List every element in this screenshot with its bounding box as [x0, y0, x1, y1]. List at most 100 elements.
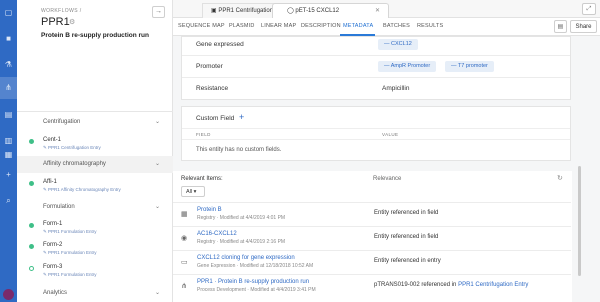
step-form-2[interactable]: Form-2 ✎ PPR1 Formulation Entry [17, 240, 173, 260]
item-name[interactable]: PPR1 · Protein B re-supply production ru… [197, 279, 309, 285]
left-nav-rail: ▢ ■ ⚗ ⋔ ▤ ▥ ▦ + ⌕ [0, 0, 17, 302]
tab-pet15-cxcl12[interactable]: ◯ pET-15 CXCL12 ✕ [272, 3, 389, 18]
empty-message: This entity has no custom fields. [196, 147, 282, 153]
plus-icon[interactable]: + [4, 170, 13, 179]
property-key: Promoter [196, 63, 223, 70]
chevron-down-icon: ⌄ [155, 290, 161, 296]
list-item[interactable]: ▦ Protein B Registry · Modified at 4/4/2… [173, 202, 571, 226]
status-dot-icon [29, 139, 34, 144]
step-entry-link[interactable]: ✎ PPR1 Centrifugation Entry [43, 145, 101, 151]
workflow-header: WORKFLOWS / PPR1 ⚙ Protein B re-supply p… [17, 0, 173, 112]
custom-field-title: Custom Field [196, 115, 235, 122]
step-name: Form-2 [43, 242, 63, 248]
status-dot-icon [29, 244, 34, 249]
section-header-formulation[interactable]: Formulation ⌄ [17, 199, 173, 216]
step-entry-link[interactable]: ✎ PPR1 Affinity Chromatography Entry [43, 187, 121, 193]
properties-card: Gene expressed — CXCL12 Promoter — AmpR … [181, 36, 571, 100]
tab-metadata[interactable]: METADATA [343, 23, 373, 29]
chip-ampr-promoter[interactable]: — AmpR Promoter [378, 61, 437, 72]
grid-icon[interactable]: ▦ [4, 150, 13, 159]
list-item[interactable]: ▭ CXCL12 cloning for gene expression Gen… [173, 250, 571, 274]
item-meta: Registry · Modified at 4/4/2019 4:01 PM [197, 215, 286, 221]
briefcase-icon[interactable]: ■ [4, 34, 13, 43]
step-name: Form-3 [43, 264, 63, 270]
section-label: Formulation [43, 204, 75, 210]
gear-icon[interactable]: ⚙ [69, 18, 75, 26]
section-header-centrifugation[interactable]: Centrifugation ⌄ [17, 114, 173, 131]
step-affi-1[interactable]: Affi-1 ✎ PPR1 Affinity Chromatography En… [17, 177, 173, 197]
folder-icon[interactable]: ▥ [4, 136, 13, 145]
property-key: Resistance [196, 85, 229, 92]
filter-select[interactable]: All ▾ [181, 186, 205, 197]
custom-field-header: FIELD VALUE [182, 128, 570, 140]
property-resistance: Resistance Ampicillin [182, 78, 570, 100]
step-entry-link[interactable]: ✎ PPR1 Formulation Entry [43, 229, 97, 235]
metadata-panel: Gene expressed — CXCL12 Promoter — AmpR … [173, 36, 600, 302]
chip-t7-promoter[interactable]: — T7 promoter [445, 61, 494, 72]
plasmid-icon: ◯ [287, 8, 294, 14]
add-custom-field-button[interactable]: + [239, 112, 244, 122]
item-relevance: Entity referenced in entry [374, 258, 441, 264]
status-dot-icon [29, 223, 34, 228]
item-relevance: pTRANS019-002 referenced in PPR1 Centrif… [374, 282, 529, 288]
file-tab-bar: ▣ PPR1 Centrifugation Entry ◯ pET-15 CXC… [173, 0, 600, 18]
scrollbar[interactable] [578, 166, 581, 276]
entry-link[interactable]: PPR1 Centrifugation Entry [458, 282, 528, 288]
property-gene-expressed: Gene expressed — CXCL12 [182, 34, 570, 56]
step-entry-link[interactable]: ✎ PPR1 Formulation Entry [43, 272, 97, 278]
chip-cxcl12[interactable]: — CXCL12 [378, 39, 418, 50]
item-relevance: Entity referenced in field [374, 210, 439, 216]
registry-icon: ▦ [181, 211, 188, 218]
flask-icon[interactable]: ⚗ [4, 60, 13, 69]
box-icon[interactable]: ▢ [4, 8, 13, 17]
property-value: Ampicillin [382, 85, 410, 92]
item-name[interactable]: CXCL12 cloning for gene expression [197, 255, 295, 261]
step-form-3[interactable]: Form-3 ✎ PPR1 Formulation Entry [17, 262, 173, 282]
tab-sequence-map[interactable]: SEQUENCE MAP [178, 23, 225, 29]
chevron-down-icon: ⌄ [155, 204, 161, 210]
document-icon[interactable]: ▤ [554, 20, 567, 33]
avatar[interactable] [3, 289, 14, 300]
collapse-panel-button[interactable]: → [152, 6, 165, 18]
item-meta: Process Development · Modified at 4/4/20… [197, 287, 316, 293]
list-item[interactable]: ◉ AC16-CXCL12 Registry · Modified at 4/4… [173, 226, 571, 250]
col-value: VALUE [382, 132, 399, 137]
relevance-header: Relevance [373, 176, 402, 182]
step-cent-1[interactable]: Cent-1 ✎ PPR1 Centrifugation Entry [17, 135, 173, 155]
refresh-icon[interactable]: ↻ [557, 174, 563, 182]
notebook-icon: ▣ [211, 8, 217, 14]
section-header-affinity[interactable]: Affinity chromatography ⌄ [17, 156, 173, 173]
item-name[interactable]: Protein B [197, 207, 222, 213]
share-button[interactable]: Share [570, 20, 597, 33]
clipboard-icon[interactable]: ▤ [4, 110, 13, 119]
workflow-icon: ⋔ [181, 283, 187, 290]
item-name[interactable]: AC16-CXCL12 [197, 231, 237, 237]
close-icon[interactable]: ✕ [375, 4, 380, 19]
workflow-icon[interactable]: ⋔ [0, 77, 17, 99]
tab-plasmid[interactable]: PLASMID [229, 23, 255, 29]
tab-description[interactable]: DESCRIPTION [301, 23, 341, 29]
page-title: PPR1 [41, 16, 70, 28]
list-item[interactable]: ⋔ PPR1 · Protein B re-supply production … [173, 274, 571, 298]
property-key: Gene expressed [196, 41, 244, 48]
custom-field-card: Custom Field + FIELD VALUE This entity h… [181, 106, 571, 161]
expand-icon[interactable]: ⤢ [582, 3, 596, 15]
section-label: Analytics [43, 290, 68, 296]
property-promoter: Promoter — AmpR Promoter — T7 promoter [182, 56, 570, 78]
breadcrumb[interactable]: WORKFLOWS / [41, 8, 82, 14]
col-field: FIELD [196, 132, 211, 137]
document-icon: ▭ [181, 259, 188, 266]
step-entry-link[interactable]: ✎ PPR1 Formulation Entry [43, 250, 97, 256]
tab-linear-map[interactable]: LINEAR MAP [261, 23, 296, 29]
dna-icon: ◉ [181, 235, 188, 242]
workflow-panel: WORKFLOWS / PPR1 ⚙ Protein B re-supply p… [17, 0, 173, 302]
step-name: Cent-1 [43, 137, 62, 143]
tab-batches[interactable]: BATCHES [383, 23, 410, 29]
chevron-down-icon: ⌄ [155, 161, 161, 167]
status-dot-icon [29, 181, 34, 186]
section-label: Centrifugation [43, 119, 81, 125]
section-header-analytics[interactable]: Analytics ⌄ [17, 285, 173, 302]
search-icon[interactable]: ⌕ [4, 196, 13, 205]
tab-results[interactable]: RESULTS [417, 23, 443, 29]
step-form-1[interactable]: Form-1 ✎ PPR1 Formulation Entry [17, 219, 173, 239]
